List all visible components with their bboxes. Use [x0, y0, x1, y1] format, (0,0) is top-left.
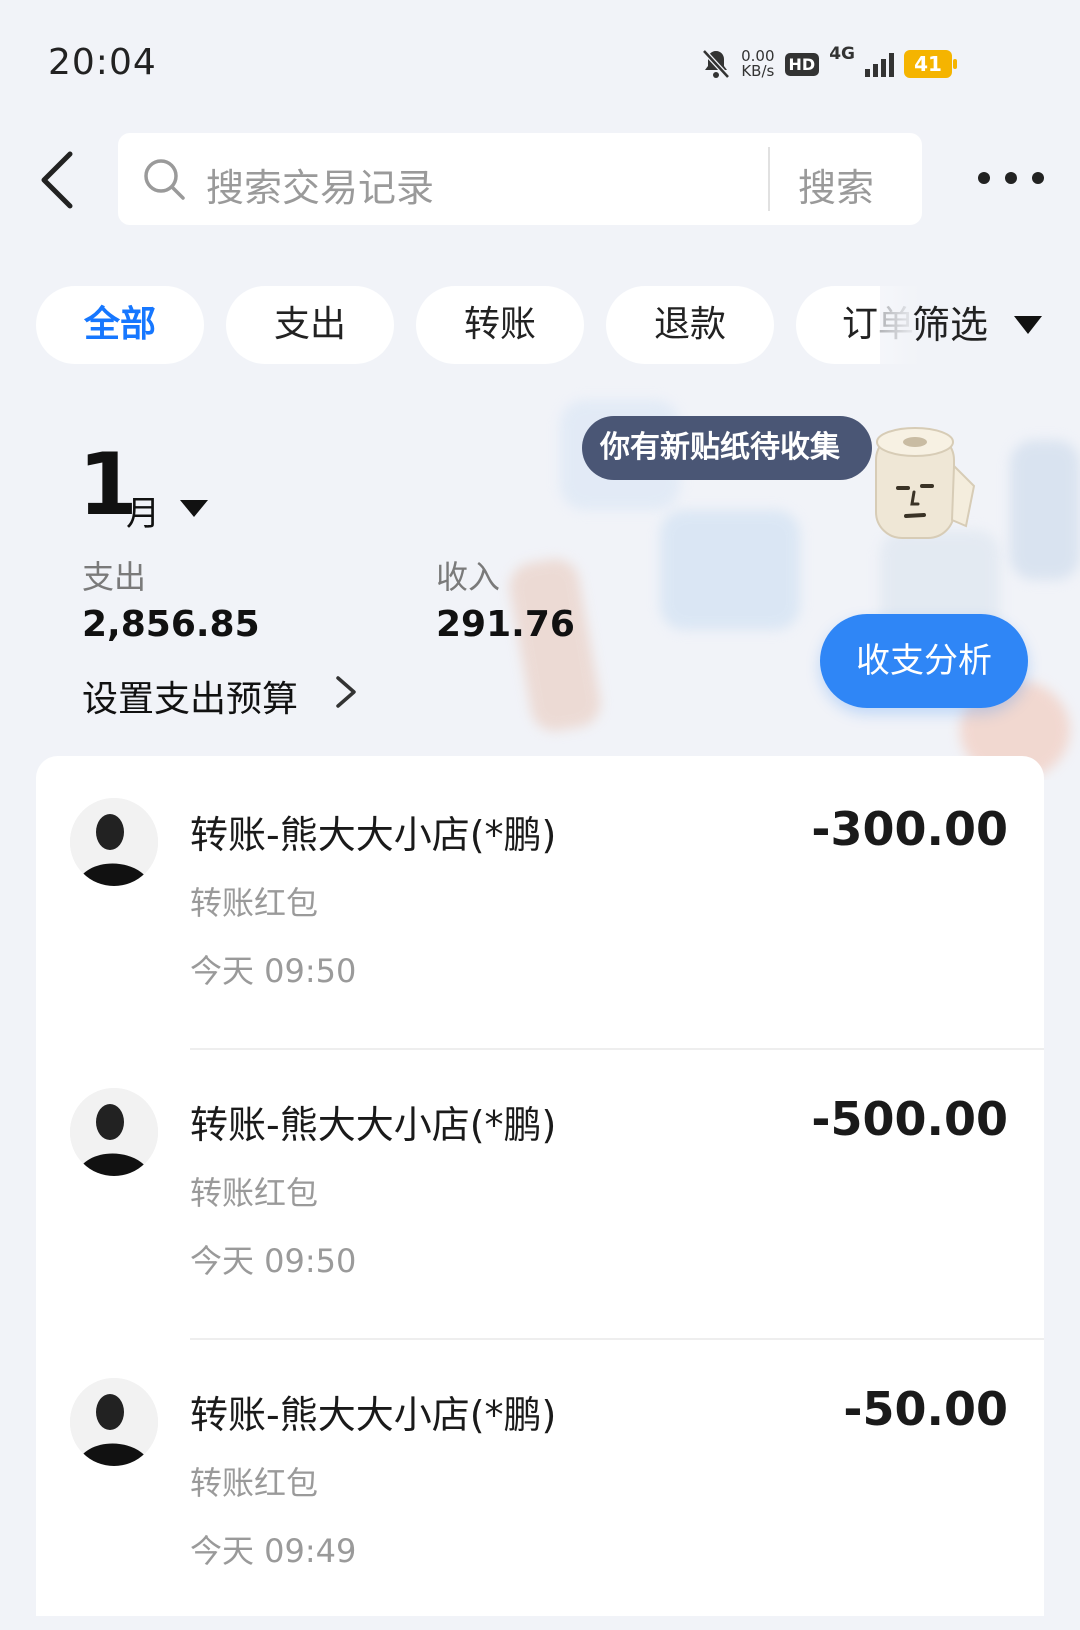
filter-button[interactable]: 筛选: [912, 286, 988, 364]
network-type: 4G: [829, 44, 855, 64]
set-budget-link[interactable]: 设置支出预算: [82, 670, 298, 722]
income-expense-analysis-button[interactable]: 收支分析: [820, 614, 1028, 708]
tab-expense[interactable]: 支出: [226, 286, 394, 364]
transaction-row[interactable]: 转账-熊大大小店(*鹏) 转账红包 今天 09:50 -300.00: [36, 756, 1044, 1050]
avatar: [70, 798, 158, 886]
tab-all[interactable]: 全部: [36, 286, 204, 364]
expense-value: 2,856.85: [82, 604, 260, 645]
transaction-amount: -50.00: [843, 1382, 1008, 1436]
avatar: [70, 1378, 158, 1466]
month-unit[interactable]: 月: [126, 486, 160, 535]
transaction-type: 转账红包: [190, 1174, 319, 1212]
bell-mute-icon: [702, 49, 730, 79]
transaction-title: 转账-熊大大小店(*鹏): [190, 1393, 557, 1437]
filter-tabs: 全部 支出 转账 退款 订单 筛选: [0, 286, 1080, 364]
search-icon: [144, 159, 185, 200]
transaction-time: 今天 09:49: [190, 1532, 357, 1570]
transaction-type: 转账红包: [190, 884, 319, 922]
transaction-title: 转账-熊大大小店(*鹏): [190, 1103, 557, 1147]
transaction-type: 转账红包: [190, 1464, 319, 1502]
filter-dropdown-icon[interactable]: [1014, 316, 1042, 334]
transaction-amount: -300.00: [811, 802, 1008, 856]
income-value: 291.76: [436, 604, 575, 645]
transaction-row[interactable]: 转账-熊大大小店(*鹏) 转账红包 今天 09:50 -500.00: [36, 1046, 1044, 1340]
month-dropdown-icon[interactable]: [180, 500, 208, 517]
search-bar[interactable]: 搜索交易记录 搜索: [118, 133, 922, 225]
net-speed: 0.00 KB/s: [741, 47, 775, 80]
battery-level: 41: [914, 52, 942, 76]
sticker-tooltip[interactable]: 你有新贴纸待收集: [582, 416, 872, 480]
transaction-title: 转账-熊大大小店(*鹏): [190, 813, 557, 857]
expense-label: 支出: [82, 558, 147, 596]
person-icon: [70, 1378, 158, 1466]
transaction-time: 今天 09:50: [190, 952, 357, 990]
avatar: [70, 1088, 158, 1176]
tab-transfer[interactable]: 转账: [416, 286, 584, 364]
search-button[interactable]: 搜索: [798, 157, 874, 212]
sticker-icon[interactable]: [846, 416, 986, 556]
back-arrow-icon[interactable]: [34, 150, 94, 210]
battery-icon: 41: [904, 50, 957, 78]
transaction-list: 转账-熊大大小店(*鹏) 转账红包 今天 09:50 -300.00 转账-熊大…: [36, 756, 1044, 1616]
signal-icon: [865, 51, 894, 77]
income-label: 收入: [436, 558, 501, 596]
status-icons: 0.00 KB/s HD 4G 41: [701, 44, 957, 84]
status-bar: 20:04 0.00 KB/s HD 4G 41: [0, 0, 1080, 120]
person-icon: [70, 798, 158, 886]
transaction-row[interactable]: 转账-熊大大小店(*鹏) 转账红包 今天 09:49 -50.00: [36, 1336, 1044, 1630]
more-options-icon[interactable]: [978, 158, 1044, 198]
search-input[interactable]: 搜索交易记录: [206, 157, 434, 212]
transaction-amount: -500.00: [811, 1092, 1008, 1146]
transaction-time: 今天 09:50: [190, 1242, 357, 1280]
search-divider: [768, 147, 770, 211]
chevron-right-icon[interactable]: [328, 672, 364, 712]
hd-badge: HD: [784, 52, 820, 76]
person-icon: [70, 1088, 158, 1176]
status-time: 20:04: [48, 42, 157, 83]
tab-refund[interactable]: 退款: [606, 286, 774, 364]
